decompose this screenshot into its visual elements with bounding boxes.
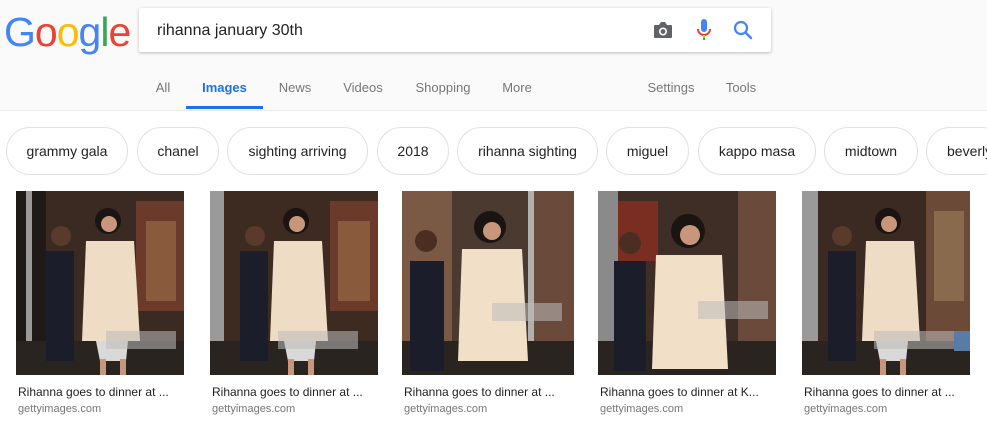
result-caption[interactable]: Rihanna goes to dinner at ... (404, 385, 574, 399)
google-logo[interactable]: Google (4, 8, 131, 56)
tab-images[interactable]: Images (186, 66, 263, 110)
search-input[interactable] (155, 8, 629, 54)
result-source: gettyimages.com (404, 403, 488, 415)
logo-letter-e: e (108, 9, 131, 55)
chip-sighting-arriving[interactable]: sighting arriving (227, 127, 368, 175)
chip-grammy-gala[interactable]: grammy gala (6, 127, 128, 175)
result-caption[interactable]: Rihanna goes to dinner at ... (212, 385, 382, 399)
result-caption[interactable]: Rihanna goes to dinner at ... (18, 385, 188, 399)
result-source: gettyimages.com (804, 403, 888, 415)
search-box (139, 8, 771, 54)
tab-settings[interactable]: Settings (642, 66, 700, 110)
tab-all[interactable]: All (150, 66, 176, 110)
chip-miguel[interactable]: miguel (606, 127, 689, 175)
microphone-icon[interactable] (692, 18, 716, 42)
result-source: gettyimages.com (600, 403, 684, 415)
tab-tools[interactable]: Tools (720, 66, 762, 110)
result-caption[interactable]: Rihanna goes to dinner at K... (600, 385, 770, 399)
result-caption[interactable]: Rihanna goes to dinner at ... (804, 385, 974, 399)
chip-rihanna-sighting[interactable]: rihanna sighting (457, 127, 598, 175)
chip-kappo-masa[interactable]: kappo masa (698, 127, 816, 175)
active-tab-indicator (186, 106, 263, 109)
tab-more[interactable]: More (496, 66, 538, 110)
result-thumbnail[interactable] (402, 191, 574, 375)
logo-letter-g2: g (78, 9, 102, 55)
chip-2018[interactable]: 2018 (377, 127, 449, 175)
result-thumbnail[interactable] (802, 191, 970, 375)
logo-letter-o1: o (34, 9, 58, 55)
logo-letter-o2: o (56, 9, 80, 55)
tab-videos[interactable]: Videos (338, 66, 388, 110)
chip-chanel[interactable]: chanel (137, 127, 219, 175)
chip-midtown[interactable]: midtown (824, 127, 918, 175)
tab-shopping[interactable]: Shopping (410, 66, 476, 110)
search-tabs: All Images News Videos Shopping More Set… (0, 66, 987, 110)
camera-icon[interactable] (651, 18, 675, 42)
result-source: gettyimages.com (18, 403, 102, 415)
tab-news[interactable]: News (274, 66, 316, 110)
logo-letter-g: G (4, 9, 36, 55)
result-thumbnail[interactable] (16, 191, 184, 375)
result-thumbnail[interactable] (210, 191, 378, 375)
search-icon[interactable] (731, 18, 755, 42)
result-thumbnail[interactable] (598, 191, 776, 375)
logo-letter-l: l (100, 9, 109, 55)
header: Google All Images News Videos Shopping M… (0, 0, 987, 111)
chip-beverly[interactable]: beverly (926, 127, 987, 175)
result-source: gettyimages.com (212, 403, 296, 415)
